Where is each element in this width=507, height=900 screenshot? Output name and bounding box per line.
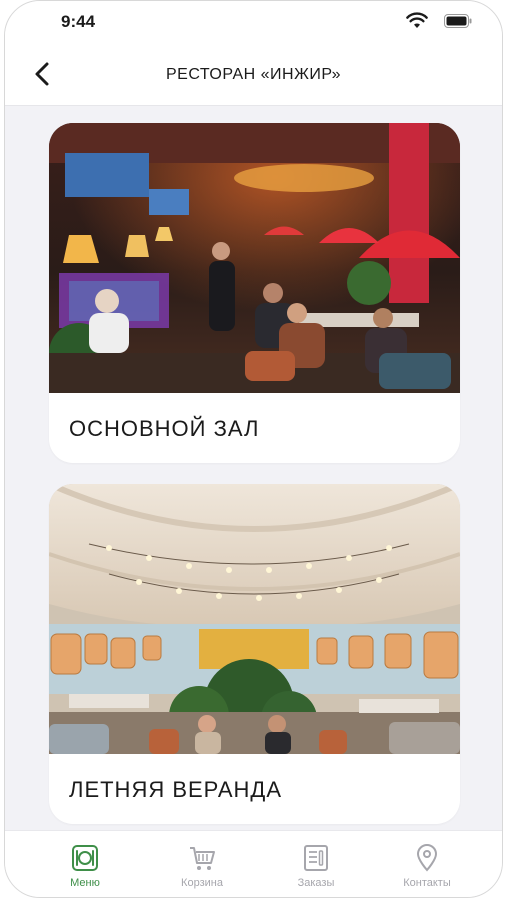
- hall-card-main[interactable]: ОСНОВНОЙ ЗАЛ: [49, 123, 460, 463]
- tab-orders-label: Заказы: [297, 877, 335, 889]
- tab-contacts[interactable]: Контакты: [367, 831, 487, 897]
- hall-photo-main: [49, 123, 460, 393]
- tab-menu-label: Меню: [70, 877, 100, 889]
- tab-bar: Меню Корзина Заказы Контакты: [5, 830, 502, 897]
- orders-icon: [304, 845, 328, 871]
- plate-cutlery-icon: [72, 845, 98, 871]
- hall-label-veranda: ЛЕТНЯЯ ВЕРАНДА: [69, 777, 283, 802]
- tab-cart[interactable]: Корзина: [142, 831, 262, 897]
- nav-header: РЕСТОРАН «ИНЖИР»: [5, 45, 502, 106]
- hall-photo-veranda: [49, 484, 460, 754]
- battery-icon: [444, 14, 472, 28]
- phone-screen: 9:44 РЕСТОРАН «ИНЖИР» ОСНОВНОЙ ЗАЛ ЛЕТНЯ…: [4, 0, 503, 898]
- tab-contacts-label: Контакты: [403, 877, 451, 889]
- status-bar: 9:44: [5, 1, 502, 45]
- status-time: 9:44: [61, 12, 96, 31]
- tab-menu[interactable]: Меню: [25, 831, 145, 897]
- hall-label-main: ОСНОВНОЙ ЗАЛ: [69, 416, 260, 441]
- page-title: РЕСТОРАН «ИНЖИР»: [165, 66, 342, 83]
- location-pin-icon: [416, 844, 438, 872]
- cart-icon: [190, 847, 215, 870]
- hall-card-veranda[interactable]: ЛЕТНЯЯ ВЕРАНДА: [49, 484, 460, 824]
- tab-orders[interactable]: Заказы: [256, 831, 376, 897]
- tab-cart-label: Корзина: [181, 877, 223, 889]
- wifi-icon: [406, 12, 428, 28]
